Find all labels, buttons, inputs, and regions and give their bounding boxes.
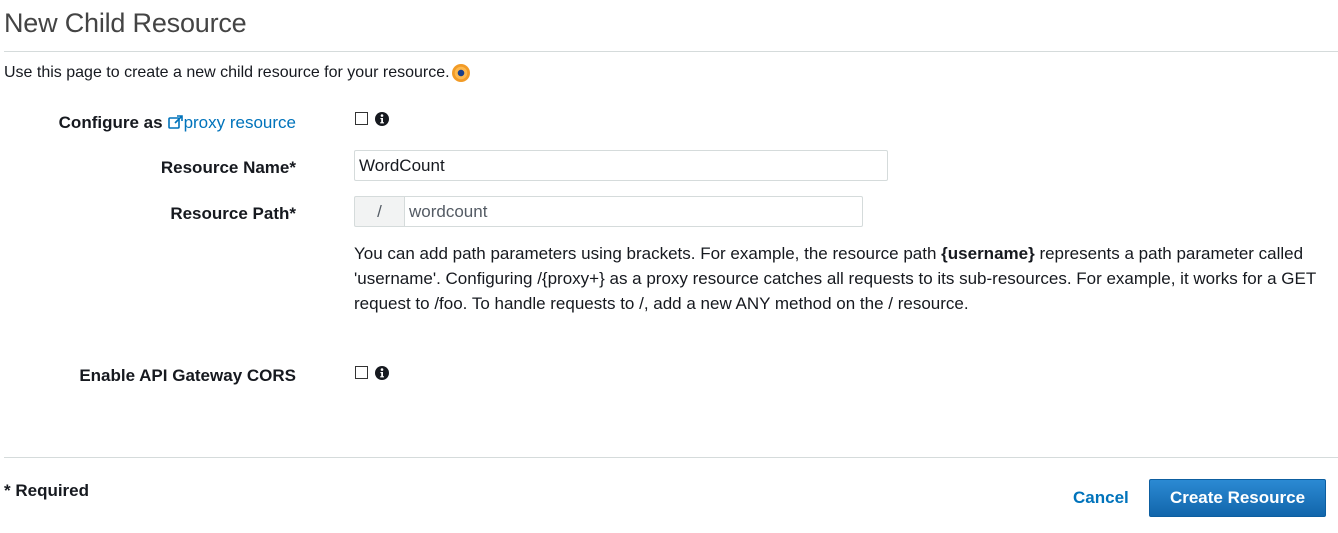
resource-path-field: /	[354, 196, 863, 227]
required-note: * Required	[4, 481, 90, 500]
proxy-resource-link[interactable]: proxy resource	[163, 113, 296, 132]
cors-checkbox[interactable]	[355, 366, 368, 379]
cors-label: Enable API Gateway CORS	[79, 366, 296, 385]
title-divider	[4, 51, 1338, 52]
resource-path-prefix: /	[354, 196, 404, 227]
footer-divider	[4, 457, 1338, 458]
resource-path-help: You can add path parameters using bracke…	[354, 241, 1334, 316]
proxy-resource-label: Configure as proxy resource	[59, 113, 296, 133]
resource-path-label: Resource Path*	[170, 204, 296, 223]
info-dot-icon[interactable]	[451, 64, 470, 82]
intro-label: Use this page to create a new child reso…	[4, 64, 450, 81]
proxy-label-prefix: Configure as	[58, 113, 163, 132]
help-text-param-example: {username}	[941, 244, 1035, 263]
resource-path-input[interactable]	[404, 196, 863, 227]
external-link-icon	[167, 115, 183, 129]
resource-name-label: Resource Name*	[160, 158, 296, 177]
cors-info-icon[interactable]	[375, 366, 389, 380]
cancel-button[interactable]: Cancel	[1073, 488, 1129, 508]
proxy-resource-checkbox[interactable]	[355, 112, 368, 125]
resource-name-input[interactable]	[354, 150, 888, 181]
proxy-resource-link-text[interactable]: proxy resource	[184, 113, 296, 132]
help-text-before: You can add path parameters using bracke…	[354, 244, 942, 263]
page-title: New Child Resource	[4, 8, 247, 38]
create-resource-button[interactable]: Create Resource	[1149, 479, 1326, 517]
new-child-resource-page: New Child Resource Use this page to crea…	[0, 0, 1338, 533]
proxy-info-icon[interactable]	[375, 112, 389, 126]
intro-text: Use this page to create a new child reso…	[4, 64, 470, 82]
